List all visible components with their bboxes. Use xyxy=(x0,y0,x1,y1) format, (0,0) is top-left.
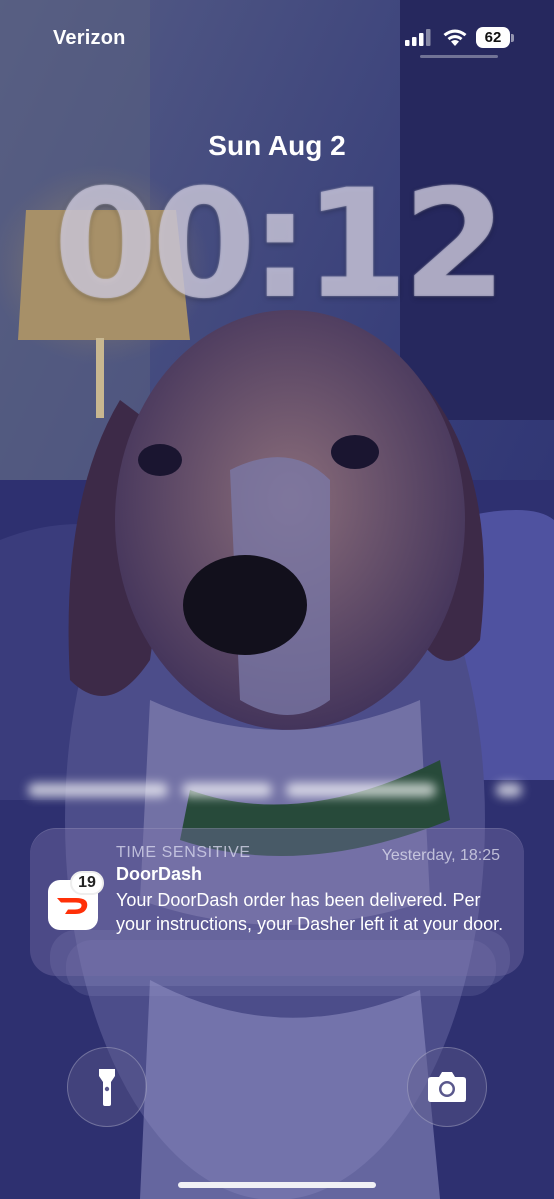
blurred-widget-row xyxy=(28,770,538,810)
control-center-indicator[interactable] xyxy=(420,55,498,58)
notification-app-name: DoorDash xyxy=(116,864,203,884)
cellular-signal-icon xyxy=(405,29,431,46)
battery-icon: 62 xyxy=(476,27,510,48)
flashlight-icon xyxy=(99,1069,115,1106)
camera-icon xyxy=(428,1072,466,1102)
notification-count-badge: 19 xyxy=(70,871,104,895)
lock-screen-clock: 00:12 xyxy=(53,158,506,332)
camera-button[interactable] xyxy=(407,1047,487,1127)
time-sensitive-label: TIME SENSITIVE xyxy=(116,844,251,861)
wifi-icon xyxy=(443,29,467,46)
status-icons: 62 xyxy=(404,26,514,50)
doordash-logo-icon xyxy=(57,898,88,914)
battery-cap xyxy=(511,34,514,42)
home-indicator[interactable] xyxy=(178,1182,376,1188)
notification-body: Your DoorDash order has been delivered. … xyxy=(116,890,504,934)
battery-percentage: 62 xyxy=(484,29,502,46)
doordash-notification[interactable]: 19 TIME SENSITIVE Yesterday, 18:25 DoorD… xyxy=(30,828,524,976)
flashlight-button[interactable] xyxy=(67,1047,147,1127)
carrier-label: Verizon xyxy=(53,26,126,49)
notification-timestamp: Yesterday, 18:25 xyxy=(381,847,500,864)
